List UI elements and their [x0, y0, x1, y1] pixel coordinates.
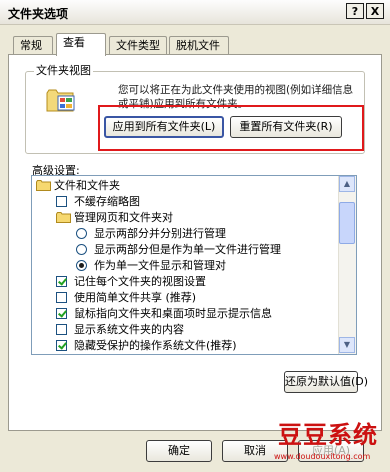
checkbox[interactable]	[56, 340, 67, 351]
window-title: 文件夹选项	[8, 7, 69, 21]
tree-item-label: 不缓存缩略图	[74, 195, 140, 208]
checkbox[interactable]	[56, 196, 67, 207]
radio-button[interactable]	[76, 244, 87, 255]
tree-item-label: 文件和文件夹	[54, 179, 120, 192]
close-button[interactable]: X	[366, 3, 384, 19]
tree-item-label: 管理网页和文件夹对	[74, 211, 173, 224]
advanced-settings-tree[interactable]: 文件和文件夹不缓存缩略图管理网页和文件夹对显示两部分并分别进行管理显示两部分但是…	[31, 175, 357, 355]
help-button[interactable]: ?	[346, 3, 364, 19]
highlight-annotation	[98, 105, 364, 151]
tree-scrollbar[interactable]: ▲ ▼	[338, 176, 356, 354]
tree-item-label: 鼠标指向文件夹和桌面项时显示提示信息	[74, 307, 272, 320]
tree-item-label: 显示系统文件夹的内容	[74, 323, 184, 336]
checkbox[interactable]	[56, 324, 67, 335]
tree-item-label: 使用简单文件共享 (推荐)	[74, 291, 197, 304]
tab-general[interactable]: 常规	[13, 36, 53, 54]
scroll-thumb[interactable]	[339, 202, 355, 244]
folder-views-title: 文件夹视图	[34, 62, 93, 78]
checkbox[interactable]	[56, 308, 67, 319]
tab-offline-files[interactable]: 脱机文件	[169, 36, 229, 54]
checkbox[interactable]	[56, 276, 67, 287]
ok-button[interactable]: 确定	[146, 440, 212, 462]
tree-item-label: 隐藏受保护的操作系统文件(推荐)	[74, 339, 237, 352]
radio-button[interactable]	[76, 228, 87, 239]
scroll-up-icon[interactable]: ▲	[339, 176, 355, 192]
watermark-logo: 豆豆系统	[278, 420, 378, 449]
tree-item-label: 显示两部分并分别进行管理	[94, 227, 226, 240]
tab-file-types[interactable]: 文件类型	[109, 36, 167, 54]
tree-item-label: 显示两部分但是作为单一文件进行管理	[94, 243, 281, 256]
tree-item-label: 记住每个文件夹的视图设置	[74, 275, 206, 288]
folder-icon	[56, 212, 71, 223]
radio-button[interactable]	[76, 260, 87, 271]
folder-views-icon	[46, 89, 75, 112]
tab-view[interactable]: 查看	[56, 33, 106, 56]
watermark-url: www.doudouxitong.com	[274, 452, 371, 461]
scroll-down-icon[interactable]: ▼	[339, 337, 355, 353]
title-bar: 文件夹选项 ? X	[0, 0, 390, 25]
folder-icon	[36, 180, 51, 191]
tree-item-label: 作为单一文件显示和管理对	[94, 259, 226, 272]
checkbox[interactable]	[56, 292, 67, 303]
restore-defaults-button[interactable]: 还原为默认值(D)	[284, 371, 368, 393]
